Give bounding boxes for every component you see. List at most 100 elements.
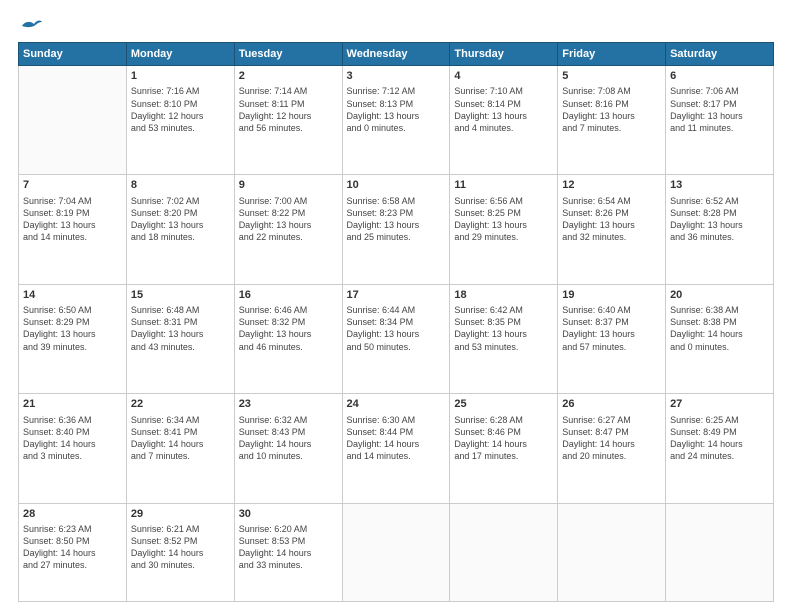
day-number: 21 [23, 397, 122, 412]
day-cell-19: 19Sunrise: 6:40 AM Sunset: 8:37 PM Dayli… [558, 284, 666, 393]
day-info: Sunrise: 6:58 AM Sunset: 8:23 PM Dayligh… [347, 195, 446, 244]
day-cell-20: 20Sunrise: 6:38 AM Sunset: 8:38 PM Dayli… [666, 284, 774, 393]
day-cell-29: 29Sunrise: 6:21 AM Sunset: 8:52 PM Dayli… [126, 503, 234, 601]
day-cell-13: 13 Sunrise: 6:52 AM Sunset: 8:28 PM Dayli… [666, 175, 774, 284]
day-info: Sunrise: 6:54 AM Sunset: 8:26 PM Dayligh… [562, 195, 661, 244]
day-info: Sunrise: 6:38 AM Sunset: 8:38 PM Dayligh… [670, 304, 769, 353]
day-number: 12 [562, 178, 661, 193]
day-cell-5: 5Sunrise: 7:08 AM Sunset: 8:16 PM Daylig… [558, 66, 666, 175]
day-number: 19 [562, 288, 661, 303]
day-info: Sunrise: 7:00 AM Sunset: 8:22 PM Dayligh… [239, 195, 338, 244]
day-cell-15: 15Sunrise: 6:48 AM Sunset: 8:31 PM Dayli… [126, 284, 234, 393]
day-number: 27 [670, 397, 769, 412]
day-cell-18: 18Sunrise: 6:42 AM Sunset: 8:35 PM Dayli… [450, 284, 558, 393]
week-row-2: 7 Sunrise: 7:04 AM Sunset: 8:19 PM Daylig… [19, 175, 774, 284]
day-cell-30: 30Sunrise: 6:20 AM Sunset: 8:53 PM Dayli… [234, 503, 342, 601]
day-number: 9 [239, 178, 338, 193]
day-cell-25: 25 Sunrise: 6:28 AM Sunset: 8:46 PM Dayli… [450, 394, 558, 503]
day-number: 26 [562, 397, 661, 412]
day-cell-1: 1Sunrise: 7:16 AM Sunset: 8:10 PM Daylig… [126, 66, 234, 175]
day-number: 17 [347, 288, 446, 303]
day-number: 29 [131, 507, 230, 522]
day-number: 28 [23, 507, 122, 522]
day-info: Sunrise: 7:12 AM Sunset: 8:13 PM Dayligh… [347, 85, 446, 134]
day-cell-7: 7 Sunrise: 7:04 AM Sunset: 8:19 PM Daylig… [19, 175, 127, 284]
calendar-header: SundayMondayTuesdayWednesdayThursdayFrid… [19, 43, 774, 66]
day-number: 30 [239, 507, 338, 522]
day-header-wednesday: Wednesday [342, 43, 450, 66]
day-number: 15 [131, 288, 230, 303]
logo-bird-icon [20, 18, 42, 34]
day-number: 1 [131, 69, 230, 84]
day-number: 7 [23, 178, 122, 193]
day-info: Sunrise: 6:32 AM Sunset: 8:43 PM Dayligh… [239, 414, 338, 463]
day-info: Sunrise: 6:52 AM Sunset: 8:28 PM Dayligh… [670, 195, 769, 244]
day-number: 5 [562, 69, 661, 84]
header [18, 18, 774, 34]
empty-cell [450, 503, 558, 601]
day-cell-28: 28Sunrise: 6:23 AM Sunset: 8:50 PM Dayli… [19, 503, 127, 601]
day-number: 4 [454, 69, 553, 84]
day-cell-21: 21 Sunrise: 6:36 AM Sunset: 8:40 PM Dayli… [19, 394, 127, 503]
day-number: 20 [670, 288, 769, 303]
day-info: Sunrise: 6:25 AM Sunset: 8:49 PM Dayligh… [670, 414, 769, 463]
week-row-5: 28Sunrise: 6:23 AM Sunset: 8:50 PM Dayli… [19, 503, 774, 601]
day-cell-4: 4Sunrise: 7:10 AM Sunset: 8:14 PM Daylig… [450, 66, 558, 175]
day-info: Sunrise: 6:44 AM Sunset: 8:34 PM Dayligh… [347, 304, 446, 353]
empty-cell [666, 503, 774, 601]
day-number: 13 [670, 178, 769, 193]
day-info: Sunrise: 6:56 AM Sunset: 8:25 PM Dayligh… [454, 195, 553, 244]
day-info: Sunrise: 6:36 AM Sunset: 8:40 PM Dayligh… [23, 414, 122, 463]
day-info: Sunrise: 7:06 AM Sunset: 8:17 PM Dayligh… [670, 85, 769, 134]
day-info: Sunrise: 6:28 AM Sunset: 8:46 PM Dayligh… [454, 414, 553, 463]
header-row: SundayMondayTuesdayWednesdayThursdayFrid… [19, 43, 774, 66]
empty-cell [558, 503, 666, 601]
day-cell-2: 2Sunrise: 7:14 AM Sunset: 8:11 PM Daylig… [234, 66, 342, 175]
calendar-body: 1Sunrise: 7:16 AM Sunset: 8:10 PM Daylig… [19, 66, 774, 602]
day-cell-9: 9 Sunrise: 7:00 AM Sunset: 8:22 PM Daylig… [234, 175, 342, 284]
day-number: 11 [454, 178, 553, 193]
day-number: 14 [23, 288, 122, 303]
day-cell-24: 24 Sunrise: 6:30 AM Sunset: 8:44 PM Dayli… [342, 394, 450, 503]
day-info: Sunrise: 7:14 AM Sunset: 8:11 PM Dayligh… [239, 85, 338, 134]
week-row-1: 1Sunrise: 7:16 AM Sunset: 8:10 PM Daylig… [19, 66, 774, 175]
day-info: Sunrise: 6:48 AM Sunset: 8:31 PM Dayligh… [131, 304, 230, 353]
day-number: 3 [347, 69, 446, 84]
empty-cell [19, 66, 127, 175]
day-header-saturday: Saturday [666, 43, 774, 66]
day-info: Sunrise: 6:20 AM Sunset: 8:53 PM Dayligh… [239, 523, 338, 572]
day-number: 22 [131, 397, 230, 412]
day-cell-17: 17Sunrise: 6:44 AM Sunset: 8:34 PM Dayli… [342, 284, 450, 393]
logo [18, 18, 42, 34]
day-info: Sunrise: 7:10 AM Sunset: 8:14 PM Dayligh… [454, 85, 553, 134]
day-cell-16: 16Sunrise: 6:46 AM Sunset: 8:32 PM Dayli… [234, 284, 342, 393]
day-header-sunday: Sunday [19, 43, 127, 66]
calendar: SundayMondayTuesdayWednesdayThursdayFrid… [18, 42, 774, 602]
day-info: Sunrise: 6:30 AM Sunset: 8:44 PM Dayligh… [347, 414, 446, 463]
day-info: Sunrise: 6:46 AM Sunset: 8:32 PM Dayligh… [239, 304, 338, 353]
day-number: 2 [239, 69, 338, 84]
day-cell-11: 11 Sunrise: 6:56 AM Sunset: 8:25 PM Dayli… [450, 175, 558, 284]
day-info: Sunrise: 7:04 AM Sunset: 8:19 PM Dayligh… [23, 195, 122, 244]
day-number: 8 [131, 178, 230, 193]
day-header-tuesday: Tuesday [234, 43, 342, 66]
page: SundayMondayTuesdayWednesdayThursdayFrid… [0, 0, 792, 612]
day-info: Sunrise: 7:02 AM Sunset: 8:20 PM Dayligh… [131, 195, 230, 244]
empty-cell [342, 503, 450, 601]
day-cell-23: 23Sunrise: 6:32 AM Sunset: 8:43 PM Dayli… [234, 394, 342, 503]
day-info: Sunrise: 6:40 AM Sunset: 8:37 PM Dayligh… [562, 304, 661, 353]
day-cell-10: 10Sunrise: 6:58 AM Sunset: 8:23 PM Dayli… [342, 175, 450, 284]
day-header-thursday: Thursday [450, 43, 558, 66]
day-number: 18 [454, 288, 553, 303]
day-info: Sunrise: 6:23 AM Sunset: 8:50 PM Dayligh… [23, 523, 122, 572]
day-number: 25 [454, 397, 553, 412]
day-info: Sunrise: 6:21 AM Sunset: 8:52 PM Dayligh… [131, 523, 230, 572]
day-cell-8: 8 Sunrise: 7:02 AM Sunset: 8:20 PM Daylig… [126, 175, 234, 284]
day-number: 6 [670, 69, 769, 84]
day-cell-3: 3Sunrise: 7:12 AM Sunset: 8:13 PM Daylig… [342, 66, 450, 175]
day-cell-14: 14Sunrise: 6:50 AM Sunset: 8:29 PM Dayli… [19, 284, 127, 393]
day-info: Sunrise: 6:34 AM Sunset: 8:41 PM Dayligh… [131, 414, 230, 463]
day-cell-27: 27 Sunrise: 6:25 AM Sunset: 8:49 PM Dayli… [666, 394, 774, 503]
day-number: 24 [347, 397, 446, 412]
day-cell-12: 12 Sunrise: 6:54 AM Sunset: 8:26 PM Dayli… [558, 175, 666, 284]
